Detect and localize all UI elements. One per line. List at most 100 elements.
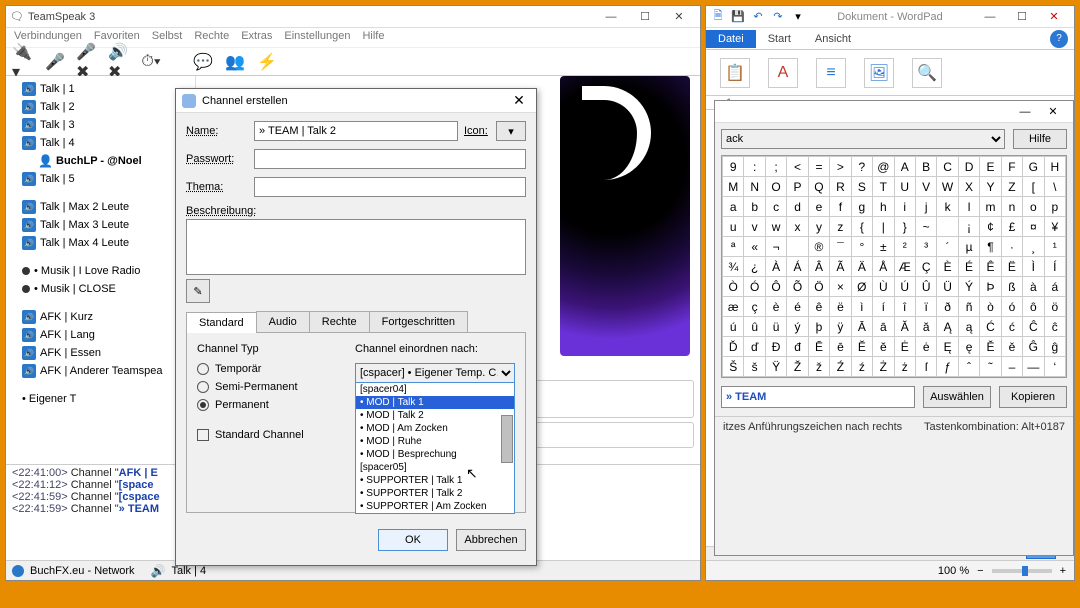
char-cell[interactable]: ² bbox=[894, 237, 915, 257]
char-cell[interactable]: í bbox=[873, 297, 894, 317]
tree-row[interactable]: 🔊Talk | 4 bbox=[8, 134, 193, 152]
char-cell[interactable]: É bbox=[958, 257, 979, 277]
mic-mute-icon[interactable]: 🎤 bbox=[44, 51, 66, 73]
cm-close-button[interactable]: ✕ bbox=[1039, 105, 1067, 118]
char-cell[interactable]: n bbox=[1001, 197, 1022, 217]
char-cell[interactable]: ò bbox=[980, 297, 1001, 317]
char-cell[interactable]: ź bbox=[851, 357, 872, 377]
char-cell[interactable]: Ě bbox=[980, 337, 1001, 357]
char-cell[interactable]: P bbox=[787, 177, 808, 197]
char-cell[interactable]: g bbox=[851, 197, 872, 217]
char-cell[interactable]: Æ bbox=[894, 257, 915, 277]
char-cell[interactable]: ÿ bbox=[830, 317, 851, 337]
char-cell[interactable]: Đ bbox=[765, 337, 786, 357]
char-cell[interactable]: đ bbox=[787, 337, 808, 357]
tree-row[interactable]: • Musik | I Love Radio bbox=[8, 262, 193, 280]
char-cell[interactable]: Å bbox=[873, 257, 894, 277]
char-cell[interactable]: Ü bbox=[937, 277, 958, 297]
char-cell[interactable]: Ô bbox=[765, 277, 786, 297]
char-cell[interactable]: ¸ bbox=[1023, 237, 1044, 257]
char-cell[interactable]: ě bbox=[1001, 337, 1022, 357]
char-cell[interactable]: D bbox=[958, 157, 979, 177]
char-cell[interactable]: · bbox=[1001, 237, 1022, 257]
character-grid[interactable]: 9:;<=>?@ABCDEFGHMNOPQRSTUVWXYZ[\abcdefgh… bbox=[721, 155, 1067, 378]
char-cell[interactable]: Á bbox=[787, 257, 808, 277]
char-cell[interactable]: ° bbox=[851, 237, 872, 257]
char-cell[interactable]: O bbox=[765, 177, 786, 197]
char-cell[interactable]: ‘ bbox=[1044, 357, 1065, 377]
char-cell[interactable]: | bbox=[873, 217, 894, 237]
char-cell[interactable]: Ç bbox=[915, 257, 936, 277]
mic-x-icon[interactable]: 🎤✖ bbox=[76, 51, 98, 73]
char-cell[interactable]: ú bbox=[723, 317, 744, 337]
char-cell[interactable]: b bbox=[744, 197, 765, 217]
char-cell[interactable]: Š bbox=[723, 357, 744, 377]
char-cell[interactable]: Ì bbox=[1023, 257, 1044, 277]
char-cell[interactable]: B bbox=[915, 157, 936, 177]
char-cell[interactable]: T bbox=[873, 177, 894, 197]
tab-view[interactable]: Ansicht bbox=[803, 30, 863, 48]
char-cell[interactable]: u bbox=[723, 217, 744, 237]
qat-dropdown-icon[interactable]: ▾ bbox=[790, 9, 806, 25]
char-cell[interactable]: \ bbox=[1044, 177, 1065, 197]
dialog-close-button[interactable]: ✕ bbox=[508, 92, 530, 109]
dropdown-scrollbar-thumb[interactable] bbox=[501, 415, 513, 463]
minimize-button[interactable]: — bbox=[594, 8, 628, 26]
char-cell[interactable]: ¢ bbox=[980, 217, 1001, 237]
char-cell[interactable]: Ź bbox=[830, 357, 851, 377]
char-cell[interactable]: ż bbox=[894, 357, 915, 377]
tree-row[interactable]: • Musik | CLOSE bbox=[8, 280, 193, 298]
font-select[interactable]: ack bbox=[721, 129, 1005, 149]
tab-standard[interactable]: Standard bbox=[186, 312, 257, 333]
char-cell[interactable]: ª bbox=[723, 237, 744, 257]
sort-dropdown-list[interactable]: [spacer04]• MOD | Talk 1• MOD | Talk 2• … bbox=[355, 382, 515, 514]
char-cell[interactable]: Ĝ bbox=[1023, 337, 1044, 357]
chat-icon[interactable]: 💬 bbox=[192, 51, 214, 73]
cm-minimize-button[interactable]: — bbox=[1011, 106, 1039, 118]
dropdown-option[interactable]: • MOD | Ruhe bbox=[356, 435, 514, 448]
char-cell[interactable]: « bbox=[744, 237, 765, 257]
save-icon[interactable]: 💾 bbox=[730, 9, 746, 25]
wp-close-button[interactable]: ✕ bbox=[1038, 10, 1070, 23]
char-cell[interactable]: ý bbox=[787, 317, 808, 337]
char-cell[interactable]: 9 bbox=[723, 157, 744, 177]
maximize-button[interactable]: ☐ bbox=[628, 8, 662, 26]
char-cell[interactable]: M bbox=[723, 177, 744, 197]
char-cell[interactable]: ¡ bbox=[958, 217, 979, 237]
char-cell[interactable]: R bbox=[830, 177, 851, 197]
theme-input[interactable] bbox=[254, 177, 526, 197]
char-cell[interactable]: Ā bbox=[851, 317, 872, 337]
char-cell[interactable]: ü bbox=[765, 317, 786, 337]
name-input[interactable] bbox=[254, 121, 458, 141]
zoom-out-button[interactable]: − bbox=[977, 565, 983, 577]
wp-minimize-button[interactable]: — bbox=[974, 11, 1006, 23]
icon-picker-button[interactable]: ▾ bbox=[496, 121, 526, 141]
tab-rechte[interactable]: Rechte bbox=[309, 311, 370, 332]
char-cell[interactable]: { bbox=[851, 217, 872, 237]
cm-titlebar[interactable]: — ✕ bbox=[715, 101, 1073, 123]
char-cell[interactable]: i bbox=[894, 197, 915, 217]
char-cell[interactable]: Y bbox=[980, 177, 1001, 197]
char-cell[interactable]: ß bbox=[1001, 277, 1022, 297]
wp-maximize-button[interactable]: ☐ bbox=[1006, 10, 1038, 23]
char-cell[interactable]: F bbox=[1001, 157, 1022, 177]
char-cell[interactable]: ď bbox=[744, 337, 765, 357]
char-cell[interactable]: á bbox=[1044, 277, 1065, 297]
char-cell[interactable]: ć bbox=[1001, 317, 1022, 337]
dropdown-option[interactable]: [spacer05] bbox=[356, 461, 514, 474]
tree-row[interactable]: 🔊AFK | Anderer Teamspea bbox=[8, 362, 193, 380]
char-cell[interactable]: S bbox=[851, 177, 872, 197]
edit-description-button[interactable]: ✎ bbox=[186, 279, 210, 303]
paragraph-icon[interactable]: ≡ bbox=[816, 58, 846, 88]
char-cell[interactable]: – bbox=[1001, 357, 1022, 377]
char-cell[interactable]: è bbox=[765, 297, 786, 317]
char-cell[interactable]: ¹ bbox=[1044, 237, 1065, 257]
char-cell[interactable]: È bbox=[937, 257, 958, 277]
char-cell[interactable]: ~ bbox=[915, 217, 936, 237]
char-cell[interactable]: : bbox=[744, 157, 765, 177]
char-cell[interactable]: c bbox=[765, 197, 786, 217]
char-cell[interactable]: G bbox=[1023, 157, 1044, 177]
char-cell[interactable]: æ bbox=[723, 297, 744, 317]
undo-icon[interactable]: ↶ bbox=[750, 9, 766, 25]
ok-button[interactable]: OK bbox=[378, 529, 448, 551]
